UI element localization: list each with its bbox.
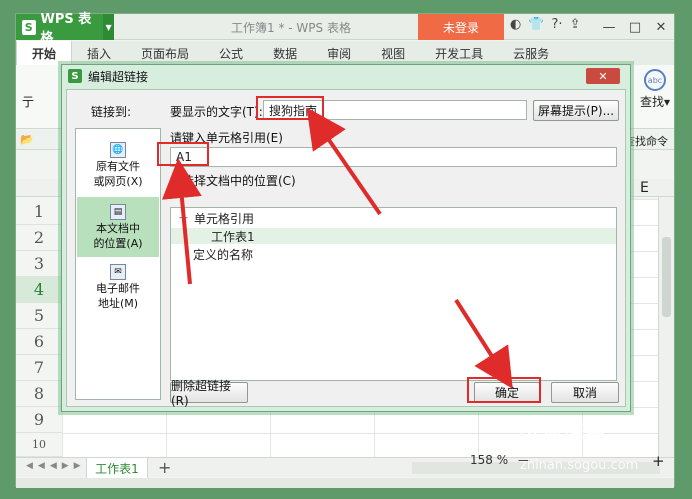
arrow-to-ok <box>454 298 513 389</box>
watermark-text: 搜狗指南 <box>518 418 607 443</box>
arrow-to-cell-ref <box>161 158 202 285</box>
arrow-to-display-text <box>306 107 382 216</box>
watermark-url: zhinan.sogou.com <box>520 458 639 473</box>
